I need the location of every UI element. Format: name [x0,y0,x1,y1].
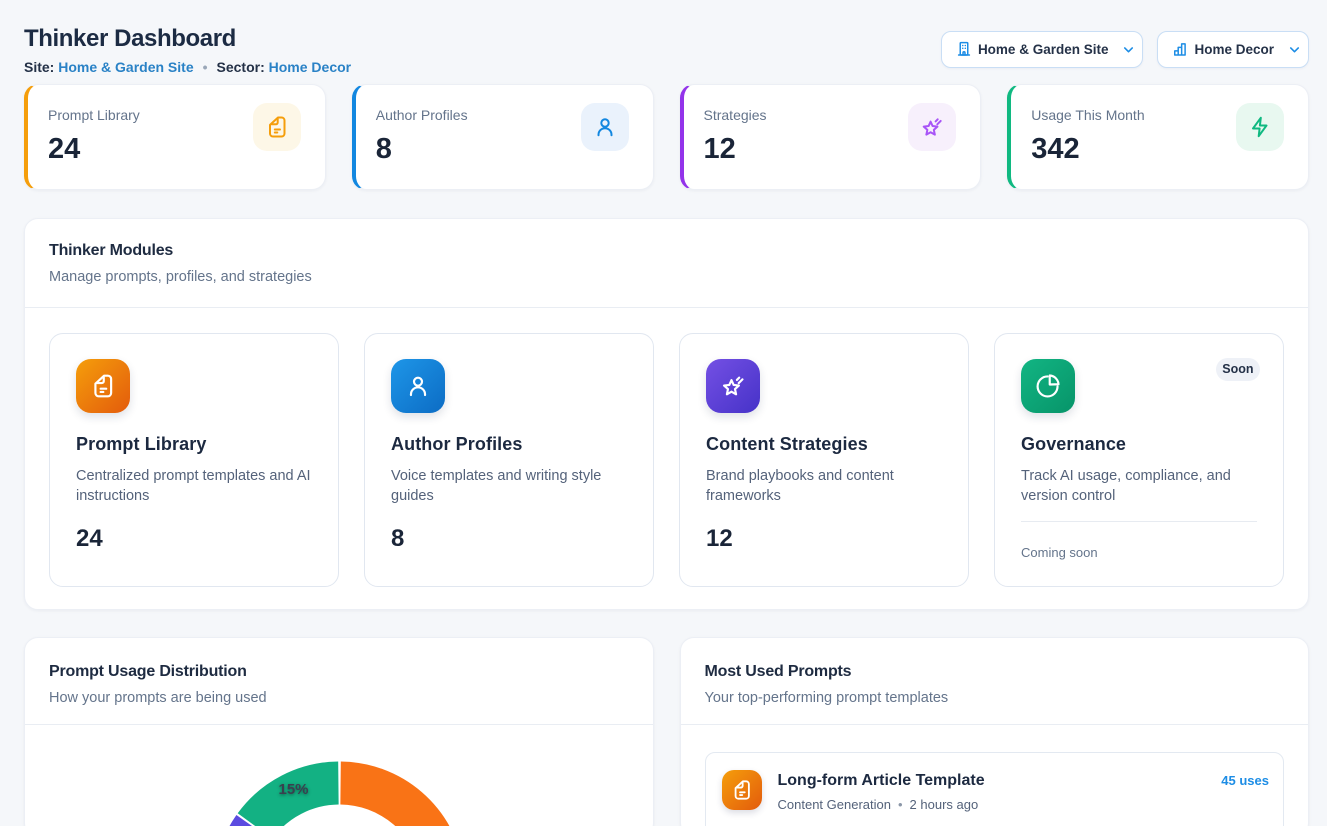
svg-text:15%: 15% [278,781,308,798]
